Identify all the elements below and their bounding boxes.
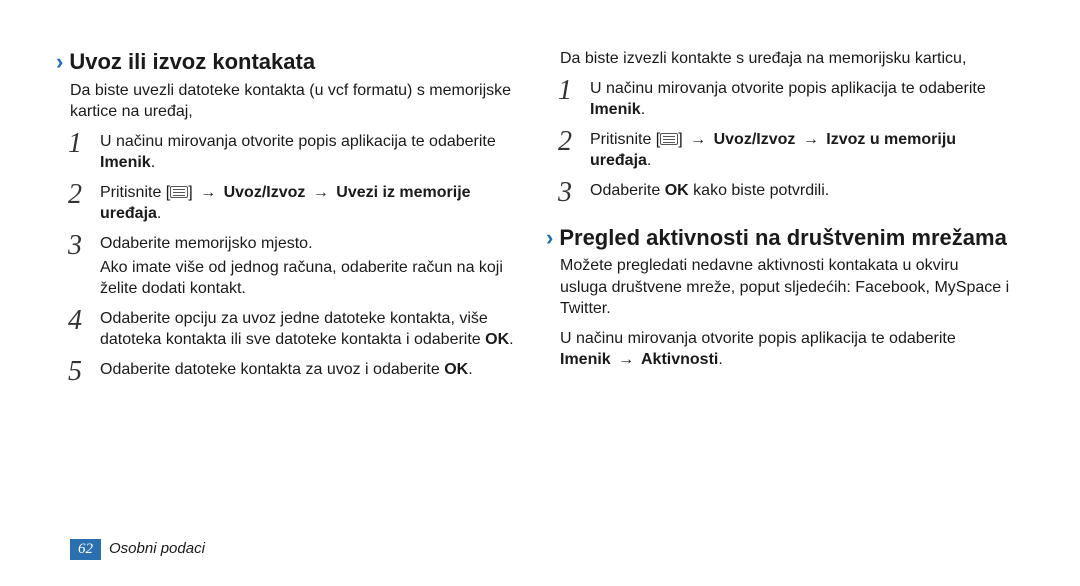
step-item: Odaberite opciju za uvoz jedne datoteke … bbox=[70, 308, 520, 351]
menu-icon bbox=[660, 133, 678, 145]
para-social-action: U načinu mirovanja otvorite popis aplika… bbox=[560, 328, 1010, 371]
step-item: Odaberite memorijsko mjesto. Ako imate v… bbox=[70, 233, 520, 300]
heading-import-export: ›Uvoz ili izvoz kontakata bbox=[56, 48, 520, 76]
chevron-icon: › bbox=[546, 224, 553, 252]
page-number: 62 bbox=[70, 539, 101, 560]
para-social-desc: Možete pregledati nedavne aktivnosti kon… bbox=[560, 255, 1010, 320]
intro-text-right: Da biste izvezli kontakte s uređaja na m… bbox=[560, 48, 1010, 70]
steps-list-right: U načinu mirovanja otvorite popis aplika… bbox=[560, 78, 1010, 202]
heading-text: Pregled aktivnosti na društvenim mrežama bbox=[559, 225, 1007, 250]
heading-social: ›Pregled aktivnosti na društvenim mrežam… bbox=[546, 224, 1010, 252]
step-item: Odaberite OK kako biste potvrdili. bbox=[560, 180, 1010, 202]
menu-icon bbox=[170, 186, 188, 198]
footer: 62 Osobni podaci bbox=[70, 539, 205, 560]
section-name: Osobni podaci bbox=[109, 540, 205, 557]
step-item: Pritisnite [] → Uvoz/Izvoz → Izvoz u mem… bbox=[560, 129, 1010, 172]
steps-list-left: U načinu mirovanja otvorite popis aplika… bbox=[70, 131, 520, 381]
chevron-icon: › bbox=[56, 48, 63, 76]
step-item: U načinu mirovanja otvorite popis aplika… bbox=[560, 78, 1010, 121]
step-item: U načinu mirovanja otvorite popis aplika… bbox=[70, 131, 520, 174]
right-column: Da biste izvezli kontakte s uređaja na m… bbox=[560, 48, 1010, 389]
left-column: ›Uvoz ili izvoz kontakata Da biste uvezl… bbox=[70, 48, 520, 389]
section-social: ›Pregled aktivnosti na društvenim mrežam… bbox=[560, 224, 1010, 371]
step-item: Odaberite datoteke kontakta za uvoz i od… bbox=[70, 359, 520, 381]
step-item: Pritisnite [] → Uvoz/Izvoz → Uvezi iz me… bbox=[70, 182, 520, 225]
intro-text: Da biste uvezli datoteke kontakta (u vcf… bbox=[70, 80, 520, 123]
heading-text: Uvoz ili izvoz kontakata bbox=[69, 49, 315, 74]
